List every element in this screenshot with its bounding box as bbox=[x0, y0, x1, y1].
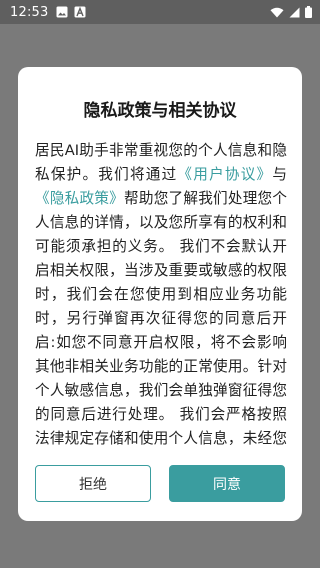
dialog-body: 居民AI助手非常重视您的个人信息和隐私保护。我们将通过《用户协议》与《隐私政策》… bbox=[35, 139, 287, 445]
body-rest-text: 帮助您了解我们处理您个人信息的详情，以及您所享有的权利和可能须承担的义务。 我们… bbox=[35, 190, 287, 445]
signal-icon bbox=[289, 7, 300, 18]
reject-button[interactable]: 拒绝 bbox=[35, 465, 151, 502]
wifi-icon bbox=[270, 7, 284, 18]
status-time: 12:53 bbox=[10, 4, 49, 20]
notification-icons bbox=[56, 6, 86, 18]
status-bar: 12:53 bbox=[0, 0, 320, 24]
system-icons bbox=[270, 0, 312, 24]
a-letter-icon bbox=[74, 6, 86, 18]
agree-button[interactable]: 同意 bbox=[169, 465, 285, 502]
body-connector-text: 与 bbox=[272, 166, 287, 183]
privacy-dialog: 隐私政策与相关协议 居民AI助手非常重视您的个人信息和隐私保护。我们将通过《用户… bbox=[18, 67, 302, 521]
dialog-title: 隐私政策与相关协议 bbox=[83, 101, 237, 121]
privacy-policy-link[interactable]: 《隐私政策》 bbox=[35, 190, 124, 207]
battery-icon bbox=[305, 6, 312, 18]
image-icon bbox=[56, 6, 68, 18]
user-agreement-link[interactable]: 《用户协议》 bbox=[177, 166, 272, 183]
